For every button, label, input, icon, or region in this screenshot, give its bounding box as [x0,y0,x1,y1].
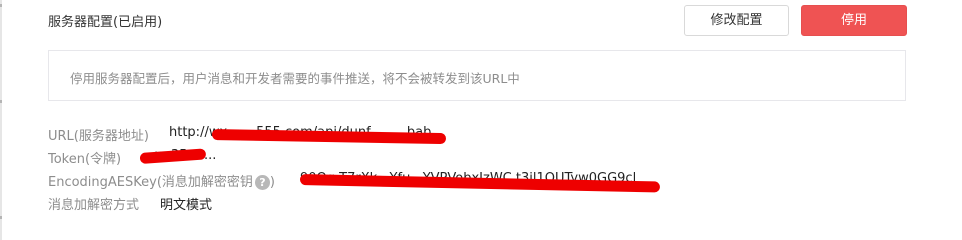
section-title: 服务器配置(已启用) [48,15,163,30]
aes-key-label-text: EncodingAESKey(消息加解密密钥 [48,175,253,190]
server-config-header: 服务器配置(已启用) 修改配置 停用 [48,0,908,40]
edit-config-button[interactable]: 修改配置 [684,5,789,36]
mode-label: 消息加解密方式 [48,198,140,213]
notice-box: 停用服务器配置后，用户消息和开发者需要的事件推送，将不会被转发到该URL中 [48,50,906,101]
notice-text: 停用服务器配置后，用户消息和开发者需要的事件推送，将不会被转发到该URL中 [70,71,520,86]
edge-mark [0,216,2,219]
url-label: URL(服务器地址) [48,129,149,144]
edge-mark [0,100,2,103]
disable-button[interactable]: 停用 [801,5,907,36]
help-icon[interactable]: ? [254,175,270,190]
aes-key-label: EncodingAESKey(消息加解密密钥?) [48,171,275,190]
token-label: Token(令牌) [48,152,122,167]
left-edge-divider [0,0,2,240]
mode-value: 明文模式 [160,198,213,213]
aes-key-label-suffix: ) [269,175,275,190]
edge-mark [0,4,2,7]
